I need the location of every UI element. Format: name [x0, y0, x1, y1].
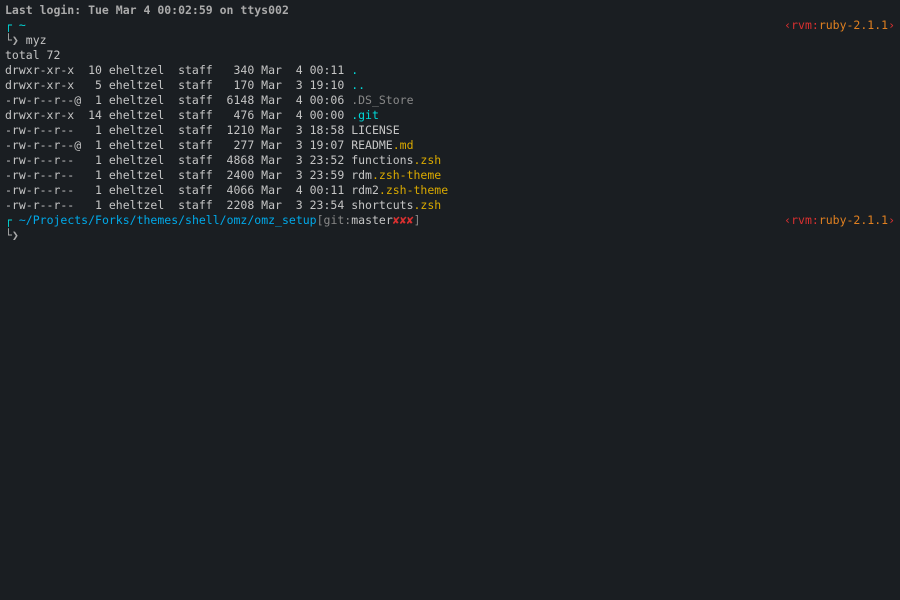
- rvm-close-bracket: ›: [888, 213, 895, 227]
- ls-total: total 72: [5, 48, 895, 63]
- command-line-1[interactable]: └❯ myz: [5, 33, 895, 48]
- rvm-version: ruby-2.1.1: [819, 18, 888, 32]
- file-ext: .zsh: [414, 198, 442, 212]
- file-name: .git: [351, 108, 379, 122]
- file-name: rdm2: [351, 183, 379, 197]
- file-name: rdm: [351, 168, 372, 182]
- file-name: shortcuts: [351, 198, 413, 212]
- typed-command: myz: [26, 33, 47, 47]
- prompt-corner-icon: ┌: [5, 213, 12, 228]
- file-ext: .zsh-theme: [372, 168, 441, 182]
- rvm-indicator: ‹rvm:ruby-2.1.1›: [784, 213, 895, 228]
- prompt-arrow-icon: └❯: [5, 33, 19, 47]
- ls-row: -rw-r--r-- 1 eheltzel staff 2400 Mar 3 2…: [5, 168, 895, 183]
- ls-row: -rw-r--r-- 1 eheltzel staff 1210 Mar 3 1…: [5, 123, 895, 138]
- ls-row: drwxr-xr-x 14 eheltzel staff 476 Mar 4 0…: [5, 108, 895, 123]
- git-branch: master: [351, 213, 393, 228]
- prompt-row-2: ┌ ~/Projects/Forks/themes/shell/omz/omz_…: [5, 213, 895, 228]
- rvm-close-bracket: ›: [888, 18, 895, 32]
- file-name: LICENSE: [351, 123, 399, 137]
- git-dirty-icon: ✘✘✘: [393, 213, 414, 228]
- file-name: ..: [351, 78, 365, 92]
- prompt-arrow-icon: └❯: [5, 228, 19, 242]
- command-line-2[interactable]: └❯: [5, 228, 895, 243]
- ls-row: -rw-r--r-- 1 eheltzel staff 4066 Mar 4 0…: [5, 183, 895, 198]
- prompt-corner-icon: ┌: [5, 18, 12, 33]
- cwd-path: ~/Projects/Forks/themes/shell/omz/omz_se…: [19, 213, 317, 228]
- prompt-row-1: ┌ ~ ‹rvm:ruby-2.1.1›: [5, 18, 895, 33]
- file-ext: .md: [393, 138, 414, 152]
- file-name: .: [351, 63, 358, 77]
- ls-row: drwxr-xr-x 5 eheltzel staff 170 Mar 3 19…: [5, 78, 895, 93]
- rvm-indicator: ‹rvm:ruby-2.1.1›: [784, 18, 895, 33]
- rvm-label: rvm:: [791, 213, 819, 227]
- ls-row: -rw-r--r-- 1 eheltzel staff 4868 Mar 3 2…: [5, 153, 895, 168]
- ls-row: -rw-r--r--@ 1 eheltzel staff 277 Mar 3 1…: [5, 138, 895, 153]
- rvm-label: rvm:: [791, 18, 819, 32]
- home-tilde: ~: [19, 18, 26, 33]
- ls-row: -rw-r--r-- 1 eheltzel staff 2208 Mar 3 2…: [5, 198, 895, 213]
- git-label: git:: [324, 213, 352, 228]
- terminal-window[interactable]: Last login: Tue Mar 4 00:02:59 on ttys00…: [0, 0, 900, 246]
- file-ext: .zsh-theme: [379, 183, 448, 197]
- ls-row: drwxr-xr-x 10 eheltzel staff 340 Mar 4 0…: [5, 63, 895, 78]
- git-close-bracket: ]: [414, 213, 421, 228]
- file-name: functions: [351, 153, 413, 167]
- ls-row: -rw-r--r--@ 1 eheltzel staff 6148 Mar 4 …: [5, 93, 895, 108]
- file-ext: .zsh: [414, 153, 442, 167]
- file-name: README: [351, 138, 393, 152]
- file-name: .DS_Store: [351, 93, 413, 107]
- login-message: Last login: Tue Mar 4 00:02:59 on ttys00…: [5, 3, 895, 18]
- rvm-version: ruby-2.1.1: [819, 213, 888, 227]
- git-open-bracket: [: [317, 213, 324, 228]
